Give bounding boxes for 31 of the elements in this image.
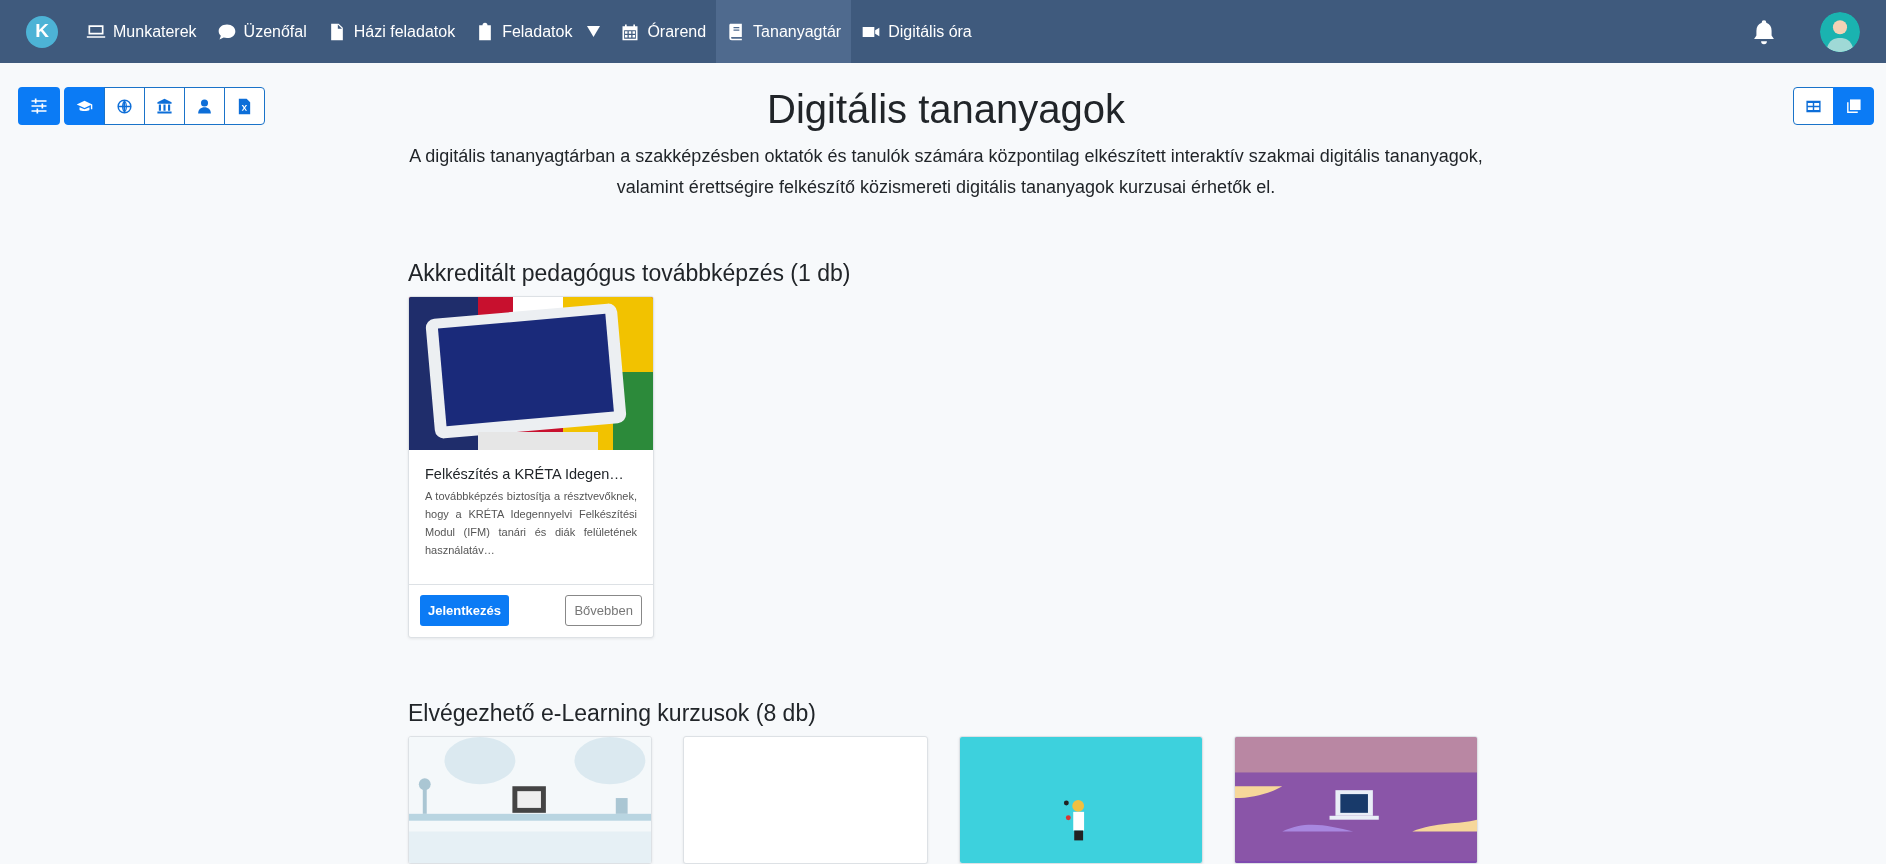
nav-link[interactable]: Tananyagtár [716, 0, 852, 63]
nav-link[interactable]: Üzenőfal [206, 0, 317, 63]
nav-link[interactable]: Feladatok [465, 0, 611, 63]
nav-link[interactable]: Házi feladatok [316, 0, 466, 63]
view-toggle-button[interactable] [1793, 87, 1834, 125]
view-toggle-button[interactable] [64, 87, 105, 125]
page-description: A digitális tananyagtárban a szakképzésben oktatók és tanulók számára központilag elkészített interaktív szakmai digitális tananyagok, valamint érettségire felkészítő közismereti digitális tananyagok kurzusai érhetők el. [408, 145, 1484, 199]
filter-button[interactable] [18, 87, 60, 125]
view-toggle-button[interactable] [1833, 87, 1874, 125]
nav-link[interactable]: Digitális óra [851, 0, 982, 63]
spreadsheet-file-icon [236, 97, 253, 115]
section-heading: Akkreditált pedagógus továbbképzés (1 db) [408, 260, 852, 288]
course-card[interactable]: Felkészítés a KRÉTA Idegen… A továbbképzés biztosítja a résztvevőknek, hogy a KRÉTA Idegennyelvi Felkészítési Modul (IFM) tanári és diák felületének használatáv… Jelentkezés Bővebben [408, 295, 654, 639]
card-title: Felkészítés a KRÉTA Idegen… [425, 464, 625, 484]
nav-link[interactable]: Munkaterek [76, 0, 207, 63]
stacked-cards-icon [1845, 97, 1862, 115]
institution-icon [156, 97, 173, 115]
sliders-icon [29, 96, 49, 116]
user-avatar[interactable] [1820, 11, 1860, 52]
view-toggle-button[interactable] [104, 87, 145, 125]
view-toggle-button[interactable] [224, 87, 265, 125]
apply-button[interactable]: Jelentkezés [420, 594, 509, 627]
person-icon [196, 97, 213, 115]
details-button[interactable]: Bővebben [565, 594, 642, 627]
globe-icon [116, 97, 133, 115]
view-toggle-button[interactable] [184, 87, 225, 125]
card-description: A továbbképzés biztosítja a résztvevőknek, hogy a KRÉTA Idegennyelvi Felkészítési Modul (IFM) tanári és diák felületének használatáv… [425, 488, 637, 559]
nav-link[interactable]: Órarend [610, 0, 717, 63]
section-heading: Elvégezhető e-Learning kurzusok (8 db) [408, 700, 817, 728]
view-toggle-button[interactable] [144, 87, 185, 125]
page-title: Digitális tananyagok [767, 87, 1125, 131]
